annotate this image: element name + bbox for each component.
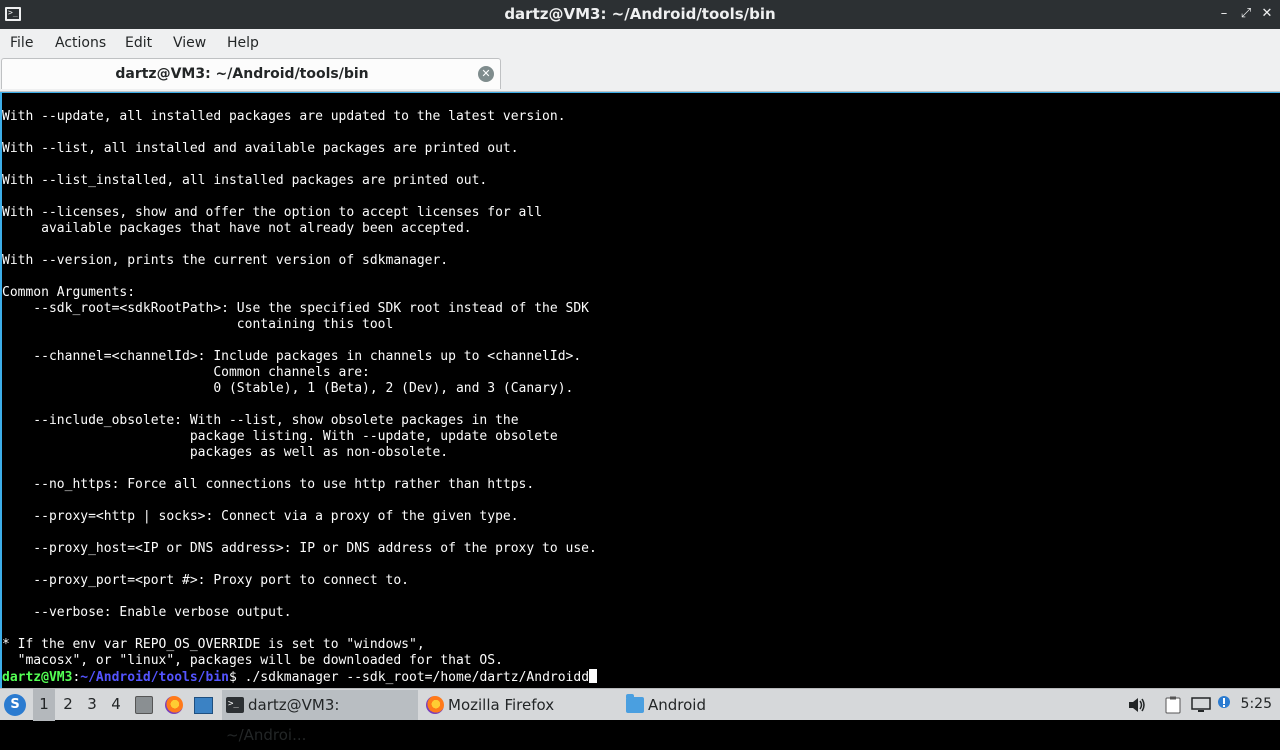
terminal-line: With --version, prints the current versi… [2,253,449,268]
task-android-label: Android [648,696,706,714]
prompt-path: ~/Android/tools/bin [80,670,229,685]
task-terminal[interactable]: dartz@VM3: ~/Androi... [222,690,418,744]
terminal-line: --channel=<channelId>: Include packages … [2,349,582,364]
terminal-line: packages as well as non-obsolete. [2,445,449,460]
task-android-folder[interactable]: Android [622,690,818,720]
tab-close-icon[interactable]: ✕ [478,66,494,82]
desktop-icon[interactable] [194,697,213,714]
menu-file[interactable]: File [10,29,33,57]
start-menu-icon[interactable]: S [4,694,26,716]
firefox-icon[interactable] [165,696,183,714]
terminal-line: available packages that have not already… [2,221,472,236]
firefox-icon [426,696,444,714]
terminal-line: With --licenses, show and offer the opti… [2,205,543,220]
clock[interactable]: 5:25 [1241,689,1272,721]
desktop-3-button[interactable]: 3 [81,689,103,721]
window-title: dartz@VM3: ~/Android/tools/bin [504,5,776,23]
volume-icon[interactable] [1128,697,1146,713]
terminal-output: With --update, all installed packages ar… [2,109,598,685]
terminal-line: --proxy_port=<port #>: Proxy port to con… [2,573,409,588]
terminal-icon [226,697,244,713]
terminal-tab[interactable]: dartz@VM3: ~/Android/tools/bin ✕ [1,58,501,89]
terminal-line: "macosx", or "linux", packages will be d… [2,653,503,668]
update-icon[interactable] [1217,694,1231,710]
terminal-line: --proxy=<http | socks>: Connect via a pr… [2,509,519,524]
terminal-line: Common channels are: [2,365,370,380]
close-icon[interactable]: ✕ [1259,6,1275,22]
clipboard-icon[interactable] [1165,696,1181,714]
desktop-4-button[interactable]: 4 [105,689,127,721]
menu-bar: File Actions Edit View Help [0,29,1280,57]
command-prompt[interactable]: dartz@VM3:~/Android/tools/bin$ ./sdkmana… [2,669,598,685]
terminal-line: package listing. With --update, update o… [2,429,558,444]
desktop-1-button[interactable]: 1 [33,689,55,721]
terminal-line: --sdk_root=<sdkRootPath>: Use the specif… [2,301,589,316]
terminal-line: containing this tool [2,317,394,332]
show-desktop-icon[interactable] [135,696,153,714]
terminal-line: With --update, all installed packages ar… [2,109,566,124]
tab-bar: dartz@VM3: ~/Android/tools/bin ✕ [0,57,1280,92]
maximize-icon[interactable]: ⤢ [1238,6,1254,22]
command-input[interactable]: ./sdkmanager --sdk_root=/home/dartz/Andr… [237,670,589,685]
terminal-view[interactable]: With --update, all installed packages ar… [0,92,1280,688]
title-bar: >_ dartz@VM3: ~/Android/tools/bin – ⤢ ✕ [0,0,1280,29]
tab-label: dartz@VM3: ~/Android/tools/bin [115,66,369,82]
terminal-line: Common Arguments: [2,285,136,300]
taskbar: S 1 2 3 4 dartz@VM3: ~/Androi... Mozilla… [0,688,1280,744]
task-firefox-label: Mozilla Firefox [448,696,555,714]
menu-view[interactable]: View [173,29,206,57]
terminal-line: * If the env var REPO_OS_OVERRIDE is set… [2,637,425,652]
terminal-line: --include_obsolete: With --list, show ob… [2,413,519,428]
terminal-line: --verbose: Enable verbose output. [2,605,292,620]
terminal-line: 0 (Stable), 1 (Beta), 2 (Dev), and 3 (Ca… [2,381,574,396]
terminal-line: --proxy_host=<IP or DNS address>: IP or … [2,541,597,556]
display-icon[interactable] [1191,697,1211,713]
terminal-line: With --list, all installed and available… [2,141,519,156]
task-firefox[interactable]: Mozilla Firefox [422,690,618,720]
menu-actions[interactable]: Actions [55,29,106,57]
terminal-line: --no_https: Force all connections to use… [2,477,535,492]
menu-help[interactable]: Help [227,29,259,57]
prompt-user-host: dartz@VM3 [2,670,73,685]
minimize-icon[interactable]: – [1216,6,1232,22]
menu-edit[interactable]: Edit [125,29,152,57]
terminal-line: With --list_installed, all installed pac… [2,173,488,188]
prompt-symbol: $ [229,670,237,685]
text-cursor [589,669,598,683]
desktop-2-button[interactable]: 2 [57,689,79,721]
folder-icon [626,694,644,713]
